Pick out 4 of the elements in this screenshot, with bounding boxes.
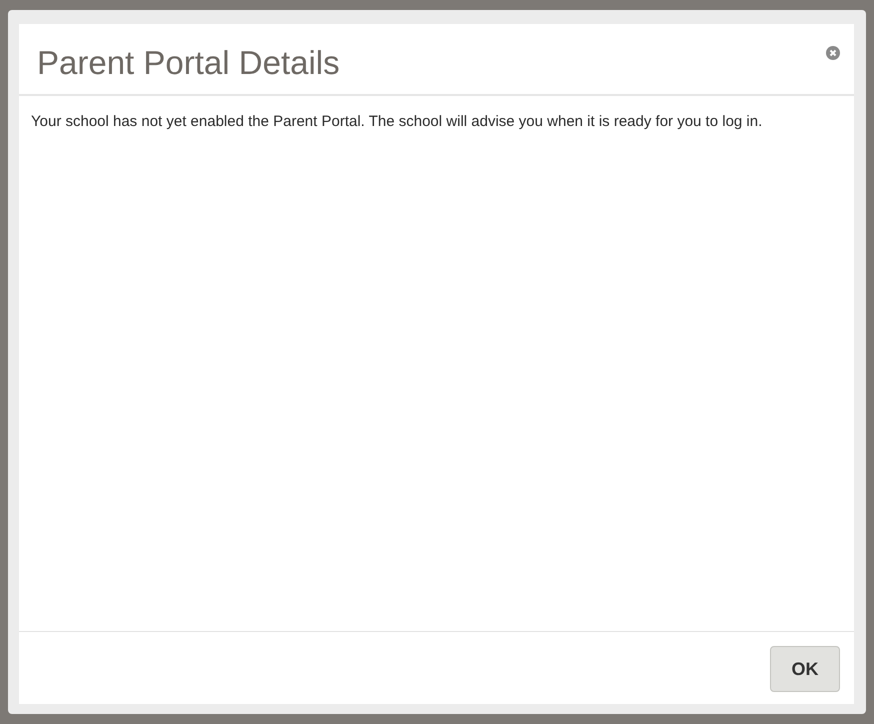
- close-icon[interactable]: [826, 46, 840, 60]
- message-text: Your school has not yet enabled the Parent Portal. The school will advise you when it is ready for you to log in.: [30, 112, 764, 132]
- dialog-title: Parent Portal Details: [37, 44, 340, 82]
- ok-button[interactable]: OK: [770, 646, 840, 692]
